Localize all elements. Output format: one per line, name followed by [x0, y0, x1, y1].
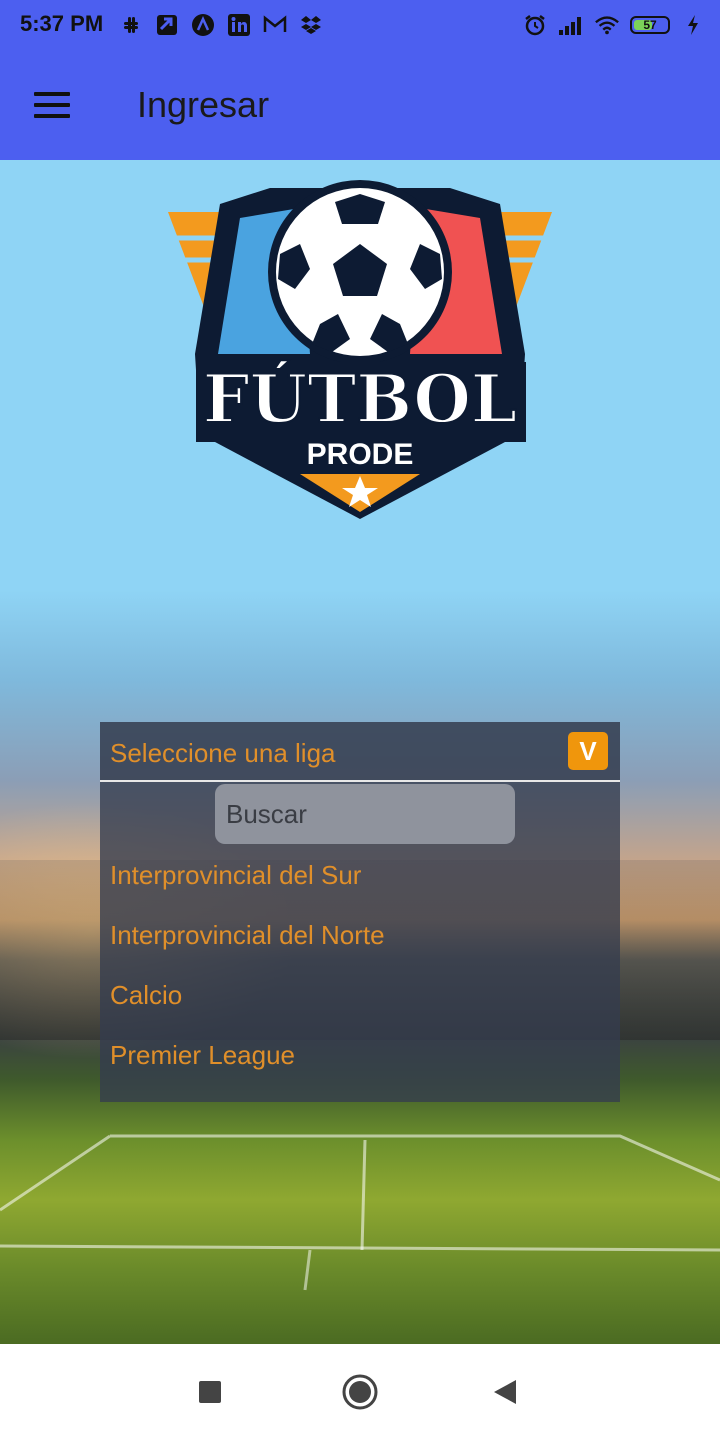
- battery-icon: 57: [630, 16, 670, 34]
- logo-word-futbol: FÚTBOL: [203, 360, 517, 438]
- option-interprovincial-norte[interactable]: Interprovincial del Norte: [110, 920, 385, 951]
- home-icon[interactable]: [338, 1372, 382, 1412]
- option-calcio[interactable]: Calcio: [110, 980, 182, 1011]
- alarm-icon: [522, 12, 548, 38]
- league-dropdown-header[interactable]: Seleccione una liga V: [100, 722, 620, 782]
- back-icon[interactable]: [484, 1372, 528, 1412]
- dropdown-options-panel: Interprovincial del Sur Interprovincial …: [100, 782, 620, 1102]
- linkedin-icon: [226, 12, 252, 38]
- transfer-icon: [154, 12, 180, 38]
- slack-icon: [118, 12, 144, 38]
- search-input[interactable]: [215, 784, 515, 844]
- system-icons: 57: [522, 12, 706, 38]
- arc-icon: [190, 12, 216, 38]
- battery-percent: 57: [643, 18, 657, 32]
- status-time: 5:37 PM: [20, 11, 104, 36]
- option-interprovincial-sur[interactable]: Interprovincial del Sur: [110, 860, 361, 891]
- main-content: FÚTBOL PRODE Seleccione una liga V Inter…: [0, 160, 720, 1344]
- wifi-icon: [594, 12, 620, 38]
- gmail-icon: [262, 12, 288, 38]
- pitch-lines: [0, 1134, 720, 1291]
- option-premier-league[interactable]: Premier League: [110, 1040, 295, 1071]
- dropbox-icon: [298, 12, 324, 38]
- dropdown-label: Seleccione una liga: [110, 738, 336, 768]
- notification-icons: [118, 12, 324, 38]
- dropdown-toggle-icon[interactable]: V: [568, 732, 608, 770]
- system-nav-bar: [0, 1344, 720, 1440]
- league-dropdown: Seleccione una liga V Interprovincial de…: [100, 722, 620, 1102]
- menu-button[interactable]: [22, 82, 82, 130]
- logo-word-prode: PRODE: [307, 438, 414, 471]
- app-bar: Ingresar: [0, 52, 720, 160]
- signal-icon: [558, 12, 584, 38]
- futbol-prode-logo: FÚTBOL PRODE: [168, 180, 552, 519]
- page-title: Ingresar: [137, 84, 270, 125]
- recents-icon[interactable]: [188, 1372, 232, 1412]
- charging-icon: [680, 12, 706, 38]
- status-bar: 5:37 PM 57: [0, 0, 720, 52]
